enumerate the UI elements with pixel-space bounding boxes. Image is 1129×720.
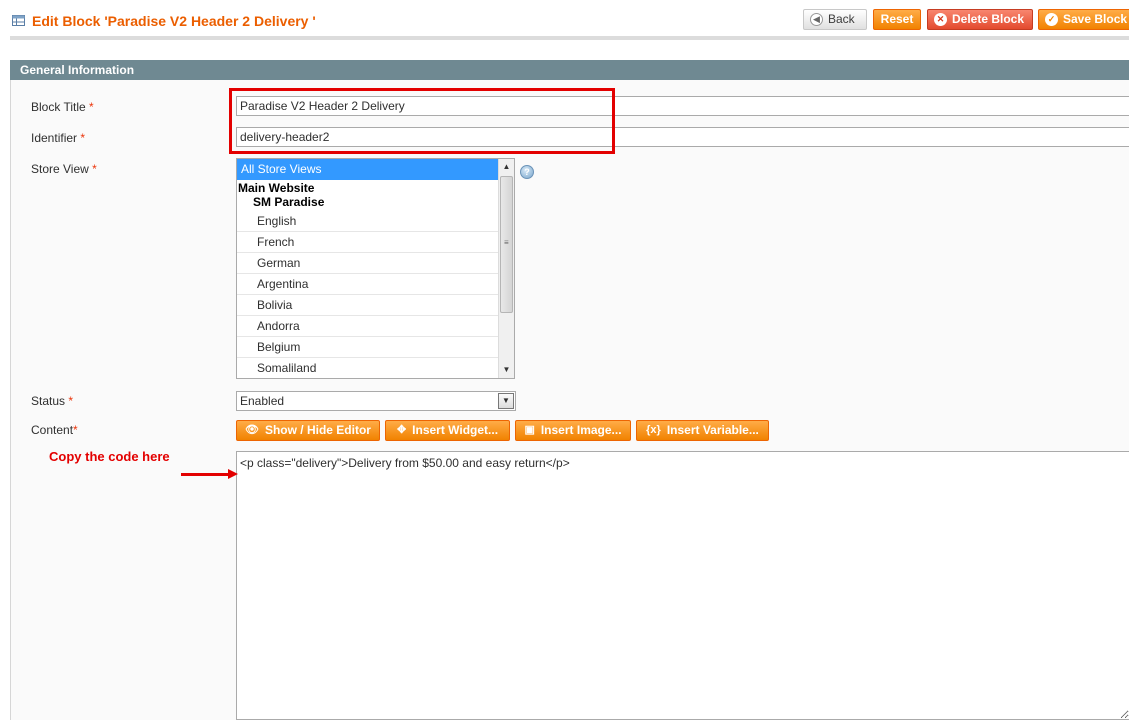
help-icon[interactable]: ? xyxy=(520,165,534,179)
status-select-value: Enabled xyxy=(240,394,285,408)
store-view-label: Store View * xyxy=(31,162,97,176)
back-button[interactable]: ◀ Back xyxy=(803,9,867,30)
identifier-label: Identifier * xyxy=(31,131,86,145)
store-option[interactable]: Andorra xyxy=(237,316,500,337)
store-view-options: All Store Views Main Website SM Paradise… xyxy=(237,159,500,378)
variable-icon: {x} xyxy=(646,424,661,436)
check-icon: ✓ xyxy=(1045,13,1058,26)
insert-image-button[interactable]: ▣ Insert Image... xyxy=(515,420,631,441)
save-button-label: Save Block xyxy=(1063,12,1128,26)
block-title-input[interactable] xyxy=(236,96,1129,116)
widget-icon: ✥ xyxy=(396,424,407,436)
delete-button-label: Delete Block xyxy=(952,12,1025,26)
required-marker: * xyxy=(68,394,74,408)
back-arrow-icon: ◀ xyxy=(810,13,823,26)
insert-variable-button[interactable]: {x} Insert Variable... xyxy=(636,420,769,441)
block-title-label: Block Title * xyxy=(31,100,94,114)
store-view-scrollbar[interactable]: ▲ ≡ ▼ xyxy=(498,159,514,378)
annotation-arrow xyxy=(181,473,229,476)
required-marker: * xyxy=(89,100,94,114)
back-button-label: Back xyxy=(828,12,855,26)
store-option[interactable]: English xyxy=(237,211,500,232)
scroll-thumb[interactable]: ≡ xyxy=(500,176,513,313)
store-option[interactable]: German xyxy=(237,253,500,274)
grid-icon xyxy=(12,15,25,26)
reset-button-label: Reset xyxy=(880,12,914,26)
scroll-up-icon[interactable]: ▲ xyxy=(499,159,514,175)
store-view-multiselect[interactable]: All Store Views Main Website SM Paradise… xyxy=(236,158,515,379)
store-group-website: Main Website xyxy=(238,181,315,195)
annotation-text: Copy the code here xyxy=(49,449,170,464)
status-label: Status * xyxy=(31,394,74,408)
save-block-button[interactable]: ✓ Save Block xyxy=(1038,9,1129,30)
reset-button[interactable]: Reset xyxy=(873,9,921,30)
insert-widget-button[interactable]: ✥ Insert Widget... xyxy=(385,420,510,441)
required-marker: * xyxy=(80,131,86,145)
store-option[interactable]: French xyxy=(237,232,500,253)
required-marker: * xyxy=(92,162,97,176)
store-option[interactable]: Bolivia xyxy=(237,295,500,316)
delete-block-button[interactable]: ✕ Delete Block xyxy=(927,9,1033,30)
store-option[interactable]: Belgium xyxy=(237,337,500,358)
grip-icon: ≡ xyxy=(504,238,509,247)
delete-icon: ✕ xyxy=(934,13,947,26)
arrow-right-icon xyxy=(228,469,238,479)
identifier-input[interactable] xyxy=(236,127,1129,147)
show-hide-editor-button[interactable]: 👁 Show / Hide Editor xyxy=(236,420,380,441)
page-header: Edit Block 'Paradise V2 Header 2 Deliver… xyxy=(0,0,1129,42)
eye-icon: 👁 xyxy=(245,424,259,436)
content-textarea[interactable]: <p class="delivery">Delivery from $50.00… xyxy=(236,451,1129,720)
page-title: Edit Block 'Paradise V2 Header 2 Deliver… xyxy=(32,13,316,29)
content-label: Content* xyxy=(31,423,78,437)
store-option[interactable]: Somaliland xyxy=(237,358,500,378)
scroll-down-icon[interactable]: ▼ xyxy=(499,362,514,378)
store-option-all[interactable]: All Store Views xyxy=(237,159,500,180)
store-group-store: SM Paradise xyxy=(253,195,325,209)
required-marker: * xyxy=(73,423,78,437)
header-divider xyxy=(10,36,1129,40)
section-header: General Information xyxy=(10,60,1129,80)
image-icon: ▣ xyxy=(524,424,535,436)
status-select[interactable]: Enabled ▼ xyxy=(236,391,516,411)
store-option[interactable]: Argentina xyxy=(237,274,500,295)
chevron-down-icon[interactable]: ▼ xyxy=(498,393,514,409)
